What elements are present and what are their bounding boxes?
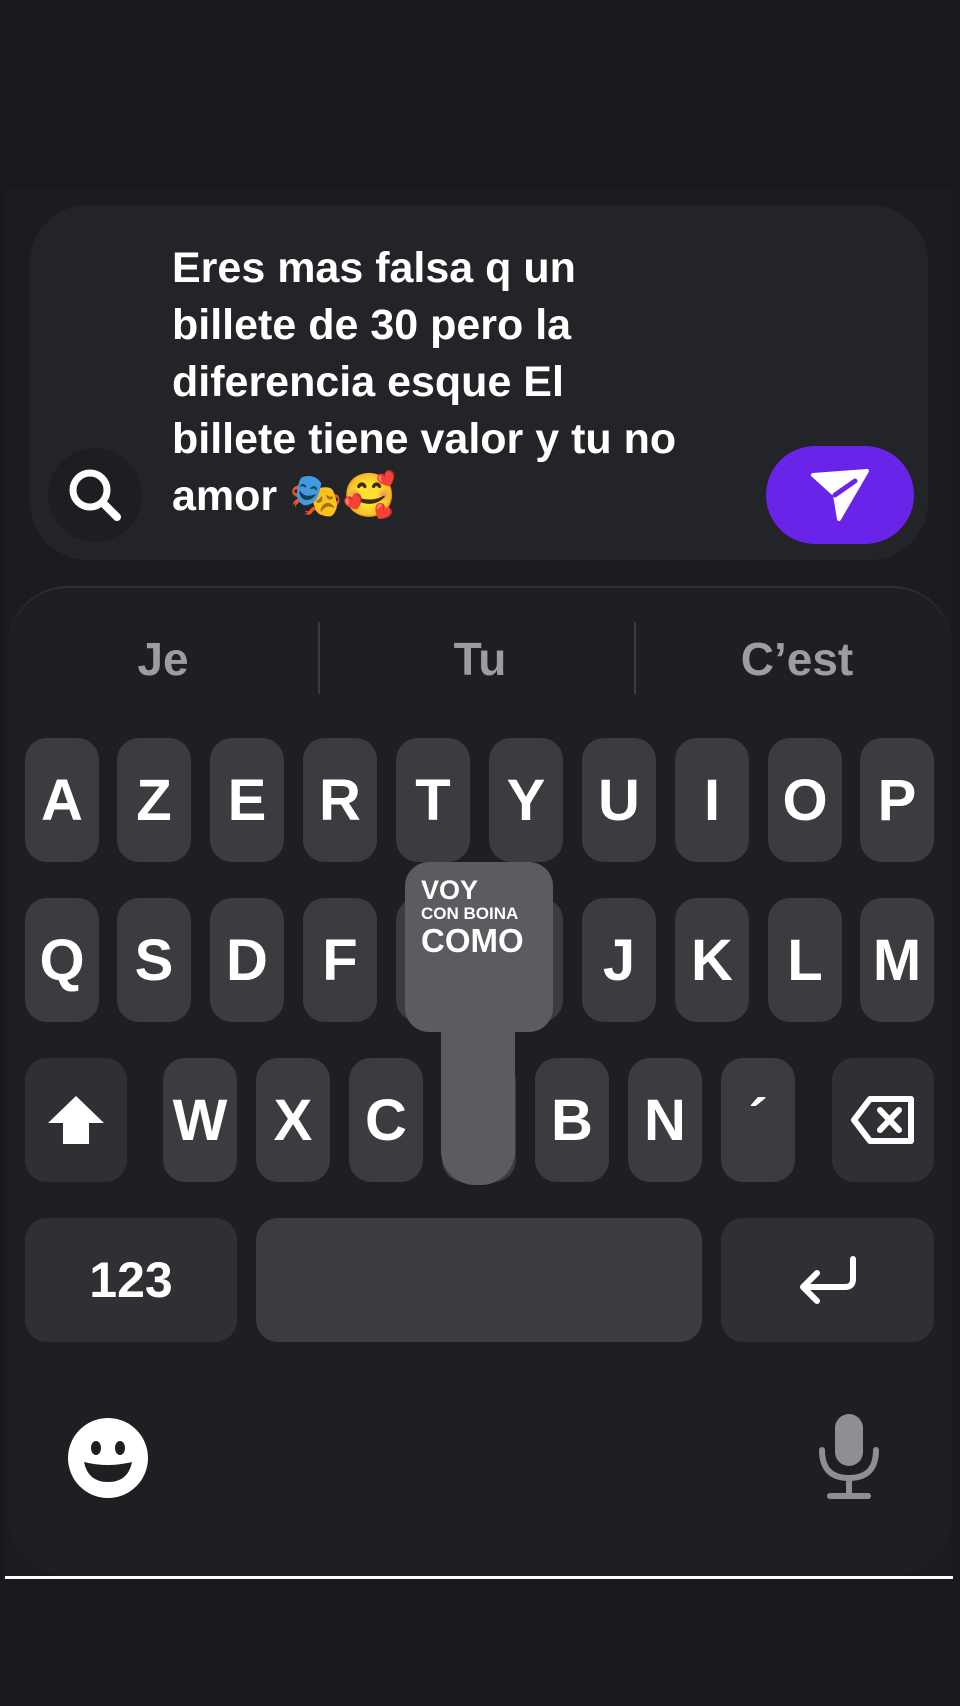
key-i[interactable]: I <box>675 738 749 862</box>
message-input[interactable]: Eres mas falsa q un billete de 30 pero l… <box>172 240 742 525</box>
key-z[interactable]: Z <box>117 738 191 862</box>
key-j[interactable]: J <box>582 898 656 1022</box>
key-a[interactable]: A <box>25 738 99 862</box>
key-d[interactable]: D <box>210 898 284 1022</box>
key-k[interactable]: K <box>675 898 749 1022</box>
suggestion-3[interactable]: C’est <box>697 632 897 685</box>
shift-icon <box>48 1096 104 1144</box>
overlay-text-con-boina: CON BOINA <box>421 904 519 923</box>
key-e[interactable]: E <box>210 738 284 862</box>
emoji-icon <box>68 1418 148 1498</box>
key-m[interactable]: M <box>860 898 934 1022</box>
key-l[interactable]: L <box>768 898 842 1022</box>
return-icon <box>799 1256 856 1304</box>
key-y[interactable]: Y <box>489 738 563 862</box>
search-button[interactable] <box>48 448 142 542</box>
backspace-icon <box>851 1096 914 1144</box>
overlay-text-voy: VOY <box>421 875 479 905</box>
key-q[interactable]: Q <box>25 898 99 1022</box>
key-o[interactable]: O <box>768 738 842 862</box>
key-c[interactable]: C <box>349 1058 423 1182</box>
suggestion-divider <box>318 622 320 694</box>
space-key[interactable] <box>256 1218 702 1342</box>
microphone-button[interactable] <box>812 1410 886 1502</box>
numbers-key[interactable]: 123 <box>25 1218 237 1342</box>
key-f[interactable]: F <box>303 898 377 1022</box>
suggestion-divider <box>634 622 636 694</box>
overlay-text-como: COMO <box>421 922 524 959</box>
key-t[interactable]: T <box>396 738 470 862</box>
key-preview-stem <box>441 1020 515 1185</box>
microphone-icon <box>819 1414 879 1499</box>
key-x[interactable]: X <box>256 1058 330 1182</box>
key-s[interactable]: S <box>117 898 191 1022</box>
key-p[interactable]: P <box>860 738 934 862</box>
suggestion-1[interactable]: Je <box>63 632 263 685</box>
key-r[interactable]: R <box>303 738 377 862</box>
key-u[interactable]: U <box>582 738 656 862</box>
send-button[interactable] <box>766 446 914 544</box>
shift-key[interactable] <box>25 1058 127 1182</box>
emoji-button[interactable] <box>66 1416 150 1500</box>
search-icon <box>69 469 121 521</box>
key-w[interactable]: W <box>163 1058 237 1182</box>
key-acute[interactable]: ´ <box>721 1058 795 1182</box>
backspace-key[interactable] <box>832 1058 934 1182</box>
key-n[interactable]: N <box>628 1058 702 1182</box>
key-b[interactable]: B <box>535 1058 609 1182</box>
send-icon <box>811 469 869 521</box>
suggestion-2[interactable]: Tu <box>380 632 580 685</box>
return-key[interactable] <box>721 1218 934 1342</box>
